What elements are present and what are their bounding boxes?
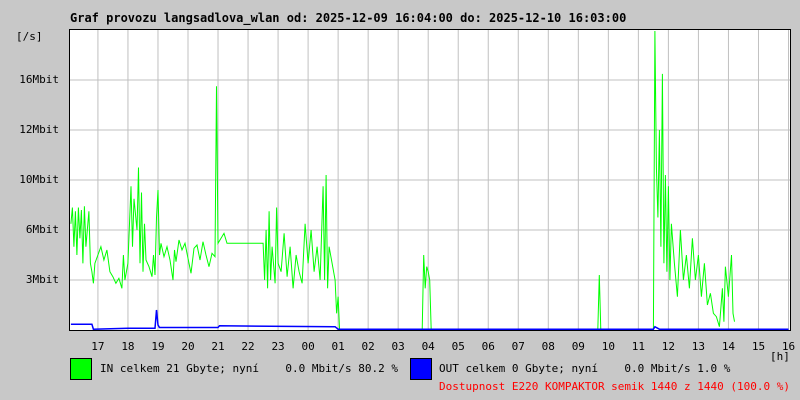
y-tick-label: 10Mbit	[19, 173, 59, 186]
y-tick-label: 12Mbit	[19, 123, 59, 136]
availability-text: Dostupnost E220 KOMPAKTOR semik 1440 z 1…	[439, 380, 790, 393]
x-tick-label: 11	[631, 340, 645, 353]
x-tick-label: 04	[421, 340, 435, 353]
x-tick-label: 08	[541, 340, 555, 353]
x-tick-label: 12	[661, 340, 676, 353]
x-tick-label: 22	[241, 340, 255, 353]
legend-in-swatch	[70, 358, 92, 380]
x-tick-label: 13	[691, 340, 706, 353]
x-tick-label: 07	[511, 340, 525, 353]
x-tick-label: 01	[331, 340, 345, 353]
x-tick-label: 23	[271, 340, 285, 353]
x-tick-label: 15	[751, 340, 766, 353]
legend-out-text: OUT celkem 0 Gbyte; nyní 0.0 Mbit/s 1.0 …	[439, 362, 731, 375]
legend-in-text: IN celkem 21 Gbyte; nyní 0.0 Mbit/s 80.2…	[100, 362, 399, 375]
legend-out-swatch	[410, 358, 432, 380]
x-tick-label: 09	[571, 340, 585, 353]
x-tick-label: 20	[181, 340, 195, 353]
x-tick-label: 14	[721, 340, 736, 353]
x-tick-label: 06	[481, 340, 495, 353]
x-tick-label: 21	[211, 340, 225, 353]
y-tick-label: 16Mbit	[19, 73, 59, 86]
x-tick-label: 02	[361, 340, 375, 353]
x-tick-label: 03	[391, 340, 405, 353]
x-tick-label: 19	[151, 340, 165, 353]
x-tick-label: 17	[91, 340, 105, 353]
x-tick-label: 05	[451, 340, 465, 353]
y-tick-label: 6Mbit	[25, 223, 59, 236]
x-tick-label: 18	[121, 340, 135, 353]
x-tick-label: 16	[781, 340, 796, 353]
x-tick-label: 10	[601, 340, 615, 353]
y-tick-label: 3Mbit	[25, 273, 59, 286]
x-tick-label: 00	[301, 340, 315, 353]
